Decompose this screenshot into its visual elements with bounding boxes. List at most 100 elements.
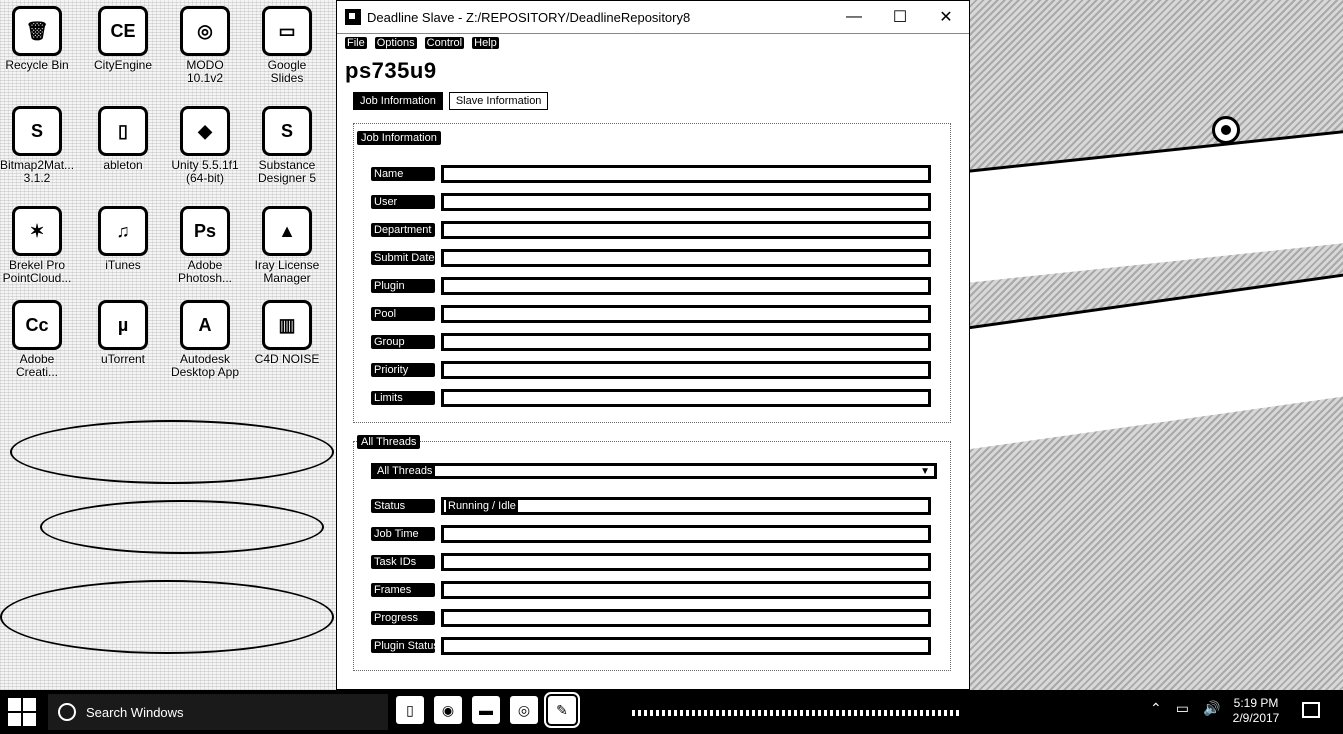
desktop-app-icon: ◆ [180, 106, 230, 156]
thread-field-label: Task IDs [371, 555, 435, 569]
menu-file[interactable]: File [345, 37, 367, 49]
desktop-icon[interactable]: Cc Adobe Creati... [0, 300, 74, 379]
desktop-icon[interactable]: ◆ Unity 5.5.1f1 (64-bit) [168, 106, 242, 185]
thread-field-value[interactable] [441, 637, 931, 655]
job-field-value[interactable] [441, 305, 931, 323]
taskbar-app-circle[interactable]: ◎ [510, 696, 538, 724]
job-field-value[interactable] [441, 277, 931, 295]
wave-shape [0, 580, 334, 654]
menu-options[interactable]: Options [374, 37, 417, 49]
desktop-icon-label: CityEngine [93, 58, 153, 72]
job-row: Pool [371, 303, 931, 325]
desktop-app-icon: Cc [12, 300, 62, 350]
thread-row: Job Time [371, 523, 931, 545]
desktop-icon[interactable]: 🗑 Recycle Bin [0, 6, 74, 72]
job-field-label: Group [371, 335, 435, 349]
menu-control[interactable]: Control [424, 37, 465, 49]
taskbar-clock[interactable]: 5:19 PM 2/9/2017 [1226, 696, 1286, 726]
maximize-button[interactable]: ☐ [877, 1, 923, 33]
thread-field-value[interactable] [441, 581, 931, 599]
taskbar-app-deadline[interactable]: ✎ [544, 692, 580, 728]
tray-volume-icon[interactable]: 🔊 [1203, 700, 1220, 717]
all-threads-header: All Threads [357, 435, 421, 449]
job-field-label: Plugin [371, 279, 435, 293]
desktop-app-icon: A [180, 300, 230, 350]
job-row: Submit Date [371, 247, 931, 269]
job-field-value[interactable] [441, 249, 931, 267]
desktop-app-icon: ▥ [262, 300, 312, 350]
tab-job-information[interactable]: Job Information [353, 92, 443, 110]
desktop-icon-label: Iray License Manager [254, 258, 320, 285]
desktop-icon[interactable]: CE CityEngine [86, 6, 160, 72]
thread-field-label: Frames [371, 583, 435, 597]
desktop-icon[interactable]: µ uTorrent [86, 300, 160, 366]
thread-field-value[interactable] [441, 609, 931, 627]
thread-row: Progress [371, 607, 931, 629]
notification-icon[interactable] [1302, 702, 1320, 718]
job-field-label: Department [371, 223, 435, 237]
clock-date: 2/9/2017 [1232, 711, 1280, 725]
job-field-value[interactable] [441, 165, 931, 183]
desktop-app-icon: ▭ [262, 6, 312, 56]
minimize-button[interactable]: — [831, 1, 877, 33]
desktop-icon[interactable]: ▭ Google Slides [250, 6, 324, 85]
taskbar-app-window[interactable]: ▬ [472, 696, 500, 724]
desktop-icon[interactable]: ▯ ableton [86, 106, 160, 172]
deadline-slave-window: Deadline Slave - Z:/REPOSITORY/DeadlineR… [336, 0, 970, 690]
job-field-value[interactable] [441, 221, 931, 239]
threads-select[interactable]: All Threads ▼ [371, 463, 937, 479]
desktop-app-icon: S [262, 106, 312, 156]
job-row: Name [371, 163, 931, 185]
thread-field-value[interactable] [441, 525, 931, 543]
desktop-icon-label: MODO 10.1v2 [186, 58, 224, 85]
desktop-icon[interactable]: ▲ Iray License Manager [250, 206, 324, 285]
thread-field-value[interactable]: Running / Idle [441, 497, 931, 515]
thread-row: Status Running / Idle [371, 495, 931, 517]
desktop-icon-label: Adobe Creati... [15, 352, 58, 379]
desktop-icon[interactable]: S Bitmap2Mat... 3.1.2 [0, 106, 74, 185]
desktop-icon[interactable]: A Autodesk Desktop App [168, 300, 242, 379]
tray-network-icon[interactable]: ▭ [1176, 700, 1189, 717]
desktop-icon-label: Substance Designer 5 [257, 158, 317, 185]
desktop-icon[interactable]: Ps Adobe Photosh... [168, 206, 242, 285]
taskbar-progress-pattern [632, 710, 962, 716]
wallpaper-band [968, 273, 1343, 450]
job-row: Plugin [371, 275, 931, 297]
job-field-label: User [371, 195, 435, 209]
windows-start-button[interactable] [8, 698, 36, 726]
desktop-icon[interactable]: ◎ MODO 10.1v2 [168, 6, 242, 85]
tab-slave-information[interactable]: Slave Information [448, 92, 549, 110]
desktop-icon-label: uTorrent [100, 352, 146, 366]
wallpaper-band [968, 130, 1343, 283]
desktop-wallpaper-scene [968, 0, 1343, 690]
window-titlebar[interactable]: Deadline Slave - Z:/REPOSITORY/DeadlineR… [337, 1, 969, 34]
desktop-icon[interactable]: ✶ Brekel Pro PointCloud... [0, 206, 74, 285]
close-button[interactable]: ✕ [923, 1, 969, 33]
desktop-icon-label: Bitmap2Mat... 3.1.2 [0, 158, 75, 185]
desktop-app-icon: ◎ [180, 6, 230, 56]
job-information-header: Job Information [357, 131, 441, 145]
desktop-app-icon: ▲ [262, 206, 312, 256]
job-row: Limits [371, 387, 931, 409]
thread-field-text: Running / Idle [446, 500, 518, 512]
window-title: Deadline Slave - Z:/REPOSITORY/DeadlineR… [367, 9, 691, 25]
desktop-icon[interactable]: ♫ iTunes [86, 206, 160, 272]
job-field-value[interactable] [441, 193, 931, 211]
taskbar-app-chrome[interactable]: ◉ [434, 696, 462, 724]
search-placeholder: Search Windows [86, 704, 184, 720]
desktop-icon-label: ableton [103, 158, 143, 172]
desktop-app-icon: ♫ [98, 206, 148, 256]
job-field-value[interactable] [441, 389, 931, 407]
job-field-value[interactable] [441, 361, 931, 379]
desktop-app-icon: µ [98, 300, 148, 350]
menu-help[interactable]: Help [472, 37, 499, 49]
desktop-icon[interactable]: ▥ C4D NOISE [250, 300, 324, 366]
thread-field-label: Plugin Status [371, 639, 435, 653]
desktop-icon[interactable]: S Substance Designer 5 [250, 106, 324, 185]
thread-field-value[interactable] [441, 553, 931, 571]
search-icon [58, 703, 76, 721]
taskbar-app-file-explorer[interactable]: ▯ [396, 696, 424, 724]
job-field-value[interactable] [441, 333, 931, 351]
taskbar-search-box[interactable]: Search Windows [48, 694, 388, 730]
tray-chevron-icon[interactable]: ⌃ [1150, 700, 1162, 717]
